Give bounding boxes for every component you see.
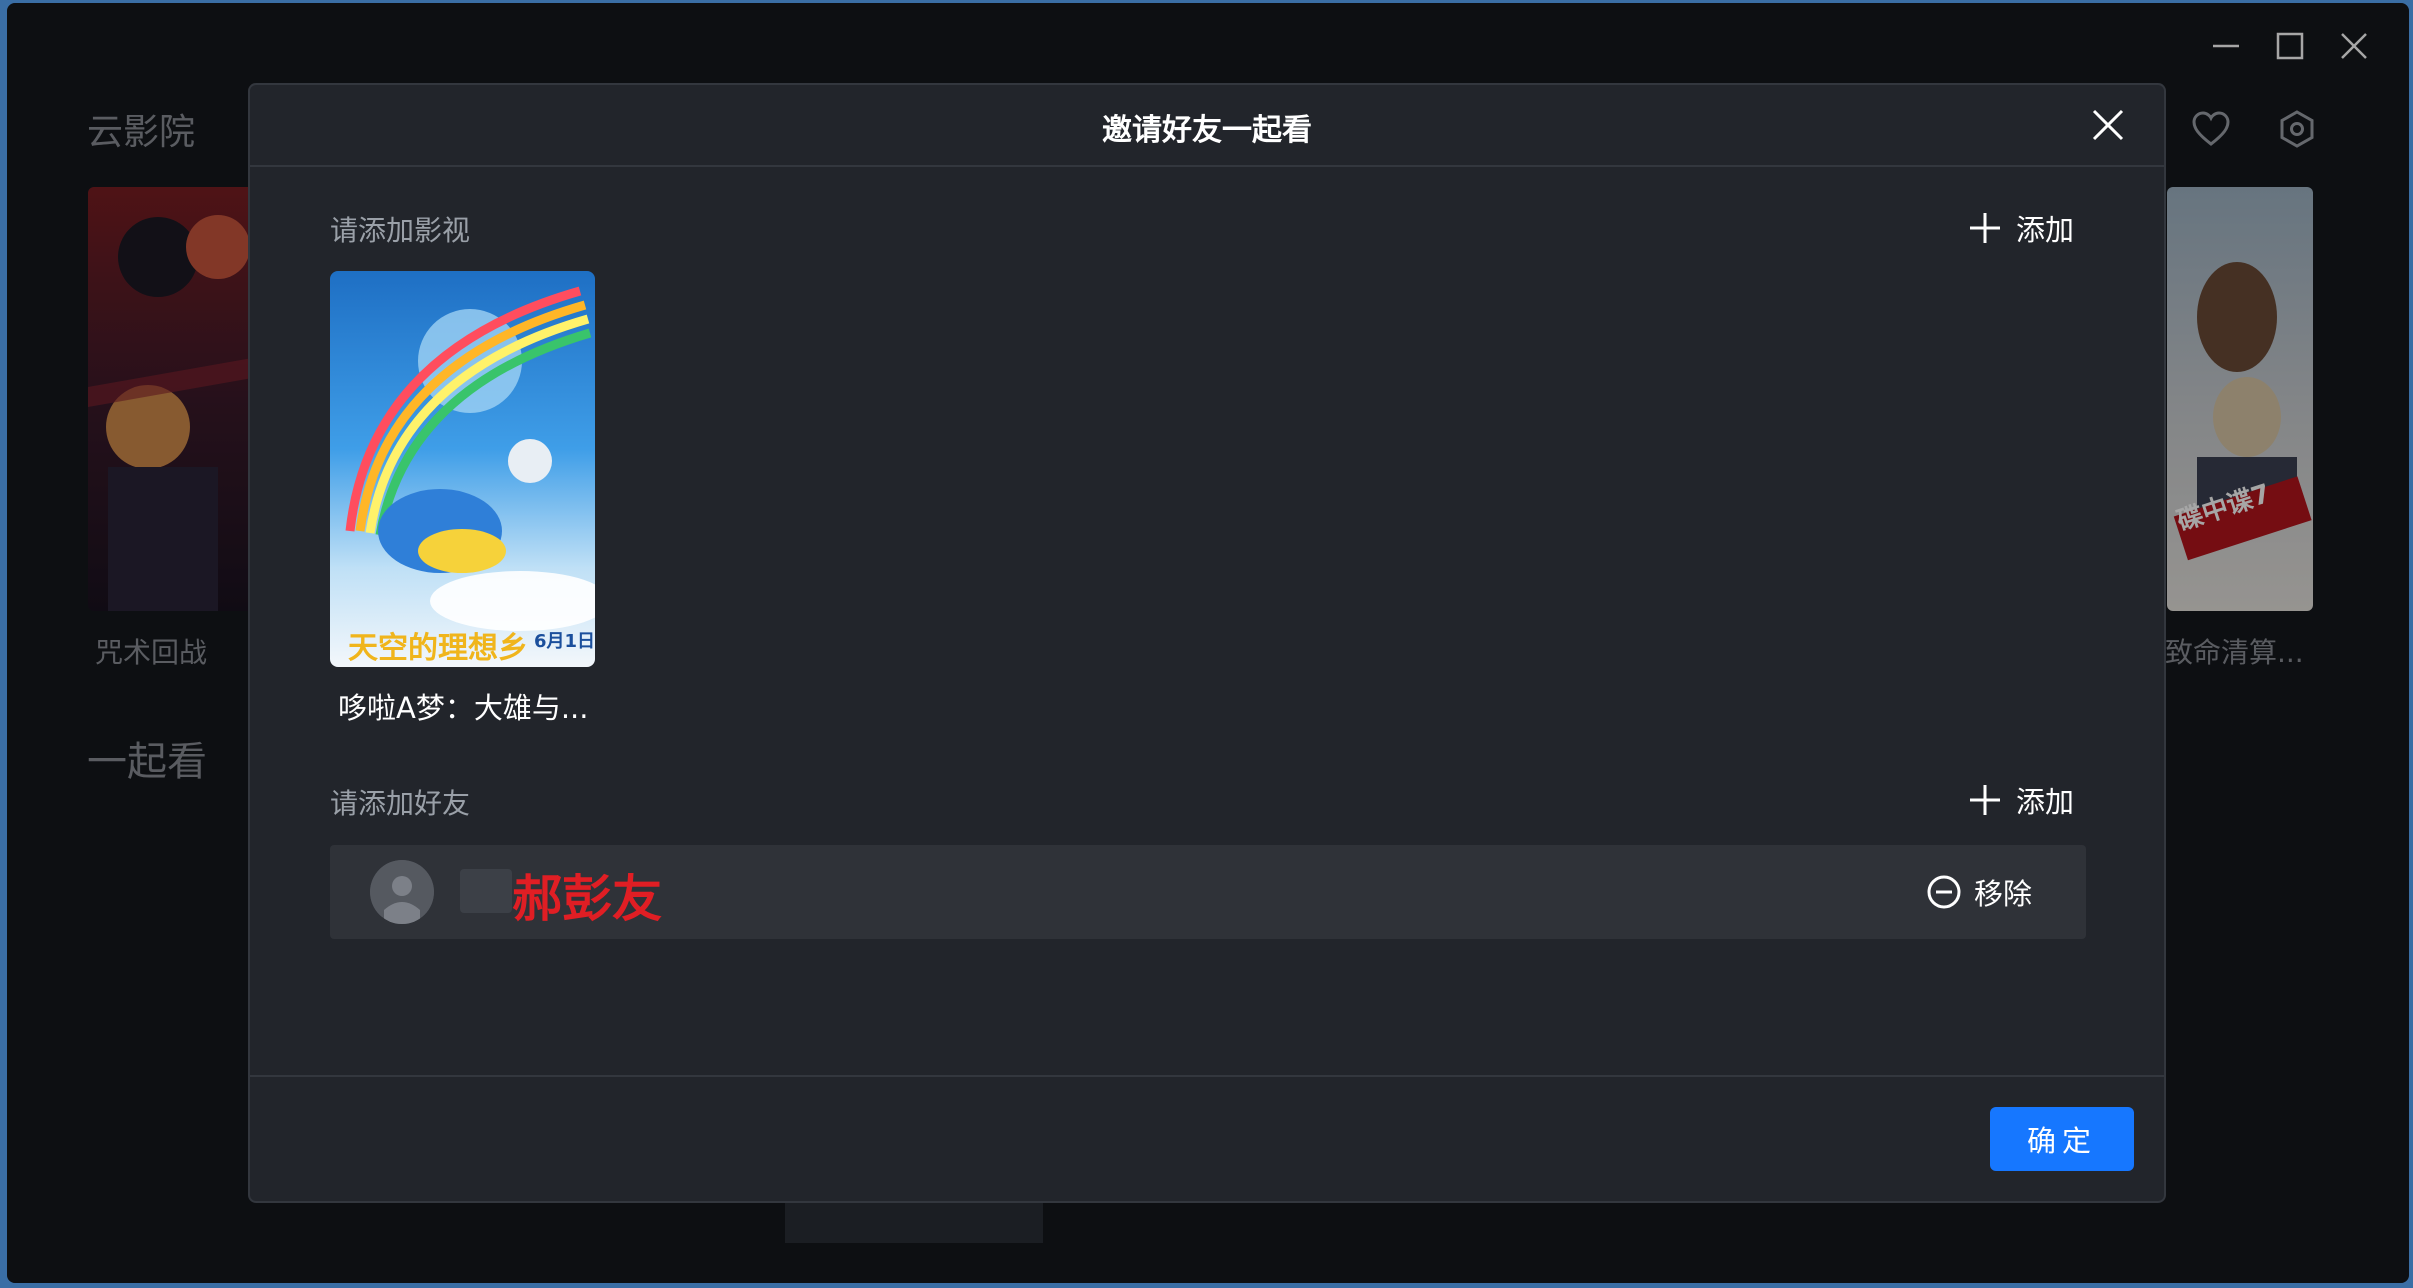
dialog-title: 邀请好友一起看 xyxy=(1102,113,1312,148)
dialog-close-button[interactable] xyxy=(2086,103,2130,147)
dialog-header: 邀请好友一起看 xyxy=(250,85,2164,167)
add-friend-label: 添加 xyxy=(2015,785,2074,819)
poster-date: 6月1日 xyxy=(533,631,595,652)
media-section-label: 请添加影视 xyxy=(330,214,471,247)
remove-friend-button[interactable]: 移除 xyxy=(1926,871,2032,913)
movie-card[interactable]: 天空的理想乡 6月1日 哆啦A梦：大雄与... xyxy=(330,271,595,727)
background-placeholder xyxy=(785,1203,1043,1243)
add-media-label: 添加 xyxy=(2015,213,2074,247)
movie-poster: 天空的理想乡 6月1日 xyxy=(330,271,595,667)
poster-text: 天空的理想乡 xyxy=(348,631,528,666)
poster-image xyxy=(330,271,595,667)
app-window: 云影院 咒术回战 碟中谍7 致命清算... 一起看 邀请好友一起看 请添加影视 … xyxy=(7,3,2409,1283)
friend-row: 郝彭友 移除 xyxy=(330,845,2086,939)
minus-circle-icon xyxy=(1927,875,1961,909)
avatar xyxy=(370,860,434,924)
plus-icon xyxy=(1969,785,2000,815)
add-media-button[interactable]: 添加 xyxy=(1968,207,2074,249)
invite-dialog: 邀请好友一起看 请添加影视 添加 天空的理想乡 6月1日 哆啦A梦：大雄与...… xyxy=(248,83,2166,1203)
add-friend-button[interactable]: 添加 xyxy=(1968,779,2074,821)
redacted-name xyxy=(460,869,512,913)
close-icon xyxy=(2092,109,2124,141)
plus-icon xyxy=(1969,213,2000,243)
remove-label: 移除 xyxy=(1973,877,2032,911)
dialog-footer: 确定 xyxy=(250,1075,2164,1205)
movie-title: 哆啦A梦：大雄与... xyxy=(338,691,589,725)
confirm-button[interactable]: 确定 xyxy=(1990,1107,2134,1171)
avatar-icon xyxy=(370,860,434,924)
friend-name: 郝彭友 xyxy=(512,870,662,928)
friends-section-label: 请添加好友 xyxy=(330,787,471,820)
